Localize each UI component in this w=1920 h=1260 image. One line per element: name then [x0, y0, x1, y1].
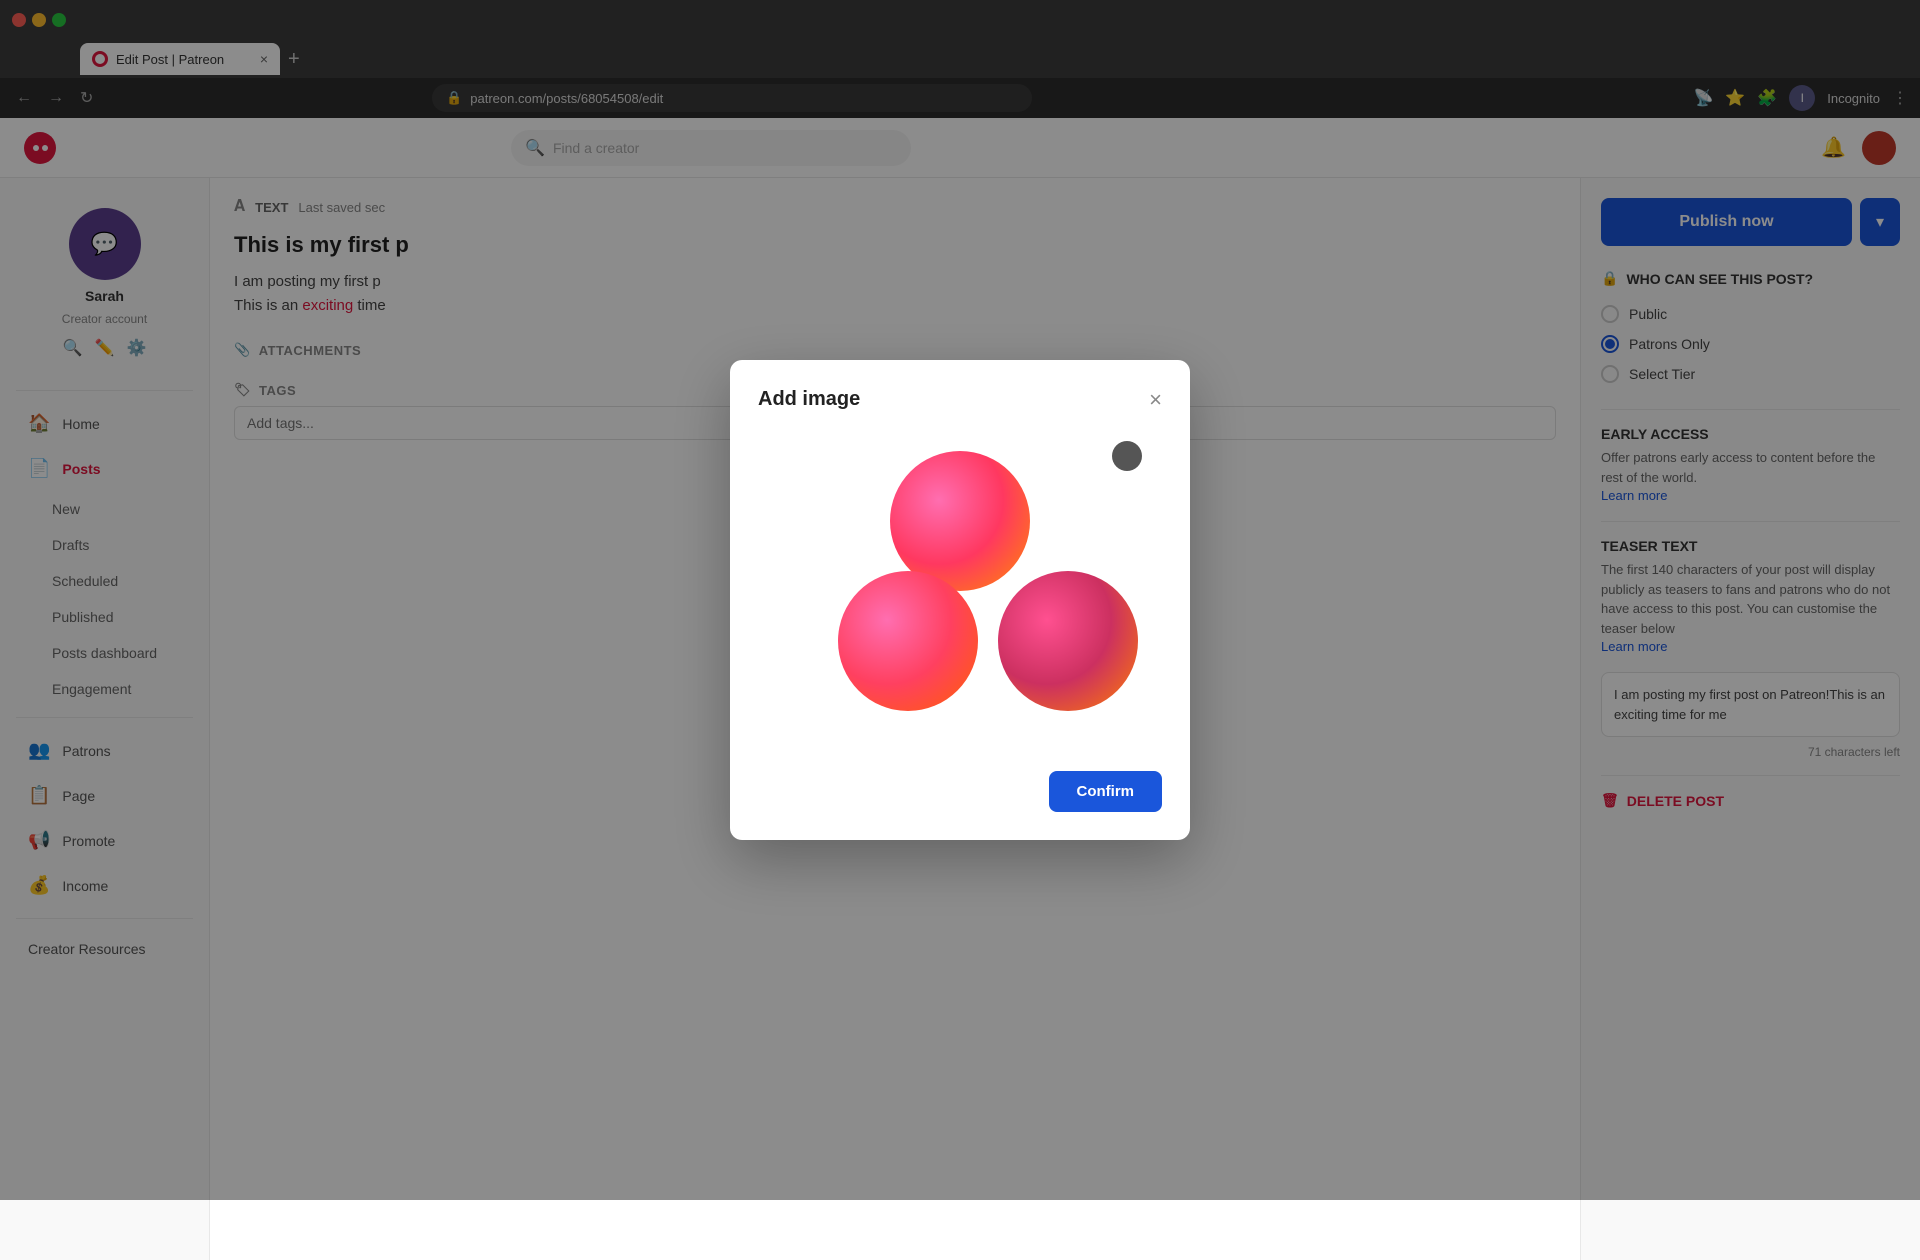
image-preview-area: [758, 431, 1162, 751]
modal-header: Add image ×: [758, 388, 1162, 411]
modal-title: Add image: [758, 388, 860, 411]
image-circle-bottom-left: [838, 571, 978, 711]
add-image-modal: Add image × Confirm: [730, 360, 1190, 840]
image-corner-dot: [1112, 441, 1142, 471]
modal-overlay[interactable]: Add image × Confirm: [0, 0, 1920, 1200]
modal-footer: Confirm: [758, 771, 1162, 812]
confirm-button[interactable]: Confirm: [1049, 771, 1163, 812]
image-circle-bottom-right: [998, 571, 1138, 711]
modal-close-button[interactable]: ×: [1149, 389, 1162, 411]
modal-body: [758, 431, 1162, 751]
image-circle-top: [890, 451, 1030, 591]
